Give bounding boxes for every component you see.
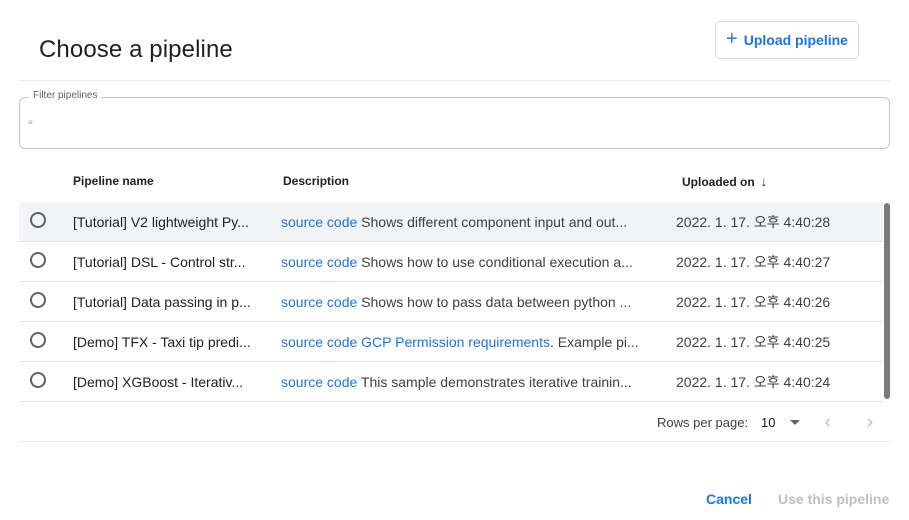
chevron-right-icon: ›	[866, 411, 874, 433]
row-radio[interactable]	[30, 372, 46, 388]
description-text: . Example pi...	[549, 334, 639, 350]
description-text: Shows how to pass data between python ..…	[357, 294, 632, 310]
pipeline-name[interactable]: [Tutorial] V2 lightweight Py...	[73, 213, 263, 231]
row-radio[interactable]	[30, 212, 46, 228]
filter-label: Filter pipelines	[29, 90, 102, 101]
row-radio[interactable]	[30, 332, 46, 348]
column-header-description[interactable]: Description	[283, 174, 349, 188]
description-link[interactable]: source code	[281, 254, 357, 270]
filter-icon: ≡	[28, 118, 33, 127]
table-row[interactable]: [Tutorial] DSL - Control str... source co…	[19, 242, 883, 282]
arrow-down-icon: ↓	[760, 174, 768, 189]
pipeline-name[interactable]: [Demo] XGBoost - Iterativ...	[73, 373, 263, 391]
row-radio[interactable]	[30, 252, 46, 268]
pipeline-description: source code GCP Permission requirements.…	[281, 333, 659, 351]
pipeline-description: source code Shows how to use conditional…	[281, 253, 659, 271]
upload-pipeline-label: Upload pipeline	[743, 32, 848, 48]
description-text: Shows how to use conditional execution a…	[357, 254, 633, 270]
description-link[interactable]: source code	[281, 334, 357, 350]
column-header-uploaded[interactable]: Uploaded on ↓	[682, 174, 767, 189]
pipeline-description: source code This sample demonstrates ite…	[281, 373, 659, 391]
description-text: This sample demonstrates iterative train…	[357, 374, 632, 390]
description-link[interactable]: source code	[281, 214, 357, 230]
caret-down-icon[interactable]	[790, 420, 800, 425]
pipeline-description: source code Shows how to pass data betwe…	[281, 293, 659, 311]
pipeline-name[interactable]: [Demo] TFX - Taxi tip predi...	[73, 333, 263, 351]
pipeline-name[interactable]: [Tutorial] DSL - Control str...	[73, 253, 263, 271]
table-row[interactable]: [Demo] TFX - Taxi tip predi... source cod…	[19, 322, 883, 362]
description-text: Shows different component input and out.…	[357, 214, 628, 230]
pipeline-table: [Tutorial] V2 lightweight Py... source co…	[19, 202, 883, 402]
scrollbar-thumb[interactable]	[884, 203, 890, 399]
next-page-button[interactable]: ›	[859, 411, 881, 433]
column-header-name[interactable]: Pipeline name	[73, 174, 154, 188]
column-header-uploaded-label: Uploaded on	[682, 175, 755, 189]
row-radio[interactable]	[30, 292, 46, 308]
uploaded-date: 2022. 1. 17. 오후 4:40:24	[676, 374, 831, 390]
description-link[interactable]: GCP Permission requirements	[361, 334, 550, 350]
description-link[interactable]: source code	[281, 294, 357, 310]
pipeline-name[interactable]: [Tutorial] Data passing in p...	[73, 293, 263, 311]
upload-pipeline-button[interactable]: + Upload pipeline	[715, 21, 859, 59]
dialog-title: Choose a pipeline	[39, 36, 233, 63]
rows-per-page-label: Rows per page:	[657, 415, 749, 430]
uploaded-date: 2022. 1. 17. 오후 4:40:26	[676, 294, 831, 310]
header-divider	[19, 80, 890, 81]
uploaded-date: 2022. 1. 17. 오후 4:40:25	[676, 334, 831, 350]
use-pipeline-button[interactable]: Use this pipeline	[778, 491, 889, 507]
table-row[interactable]: [Demo] XGBoost - Iterativ... source code …	[19, 362, 883, 402]
previous-page-button[interactable]: ‹	[817, 411, 839, 433]
table-row[interactable]: [Tutorial] V2 lightweight Py... source co…	[19, 202, 883, 242]
filter-input[interactable]	[19, 97, 890, 149]
pipeline-description: source code Shows different component in…	[281, 213, 659, 231]
plus-icon: +	[726, 28, 738, 50]
table-row[interactable]: [Tutorial] Data passing in p... source co…	[19, 282, 883, 322]
cancel-button[interactable]: Cancel	[706, 491, 752, 507]
uploaded-date: 2022. 1. 17. 오후 4:40:27	[676, 254, 831, 270]
rows-per-page-select[interactable]: 10	[761, 415, 775, 430]
footer-divider	[19, 441, 890, 442]
description-link[interactable]: source code	[281, 374, 357, 390]
chevron-left-icon: ‹	[824, 411, 832, 433]
uploaded-date: 2022. 1. 17. 오후 4:40:28	[676, 214, 831, 230]
